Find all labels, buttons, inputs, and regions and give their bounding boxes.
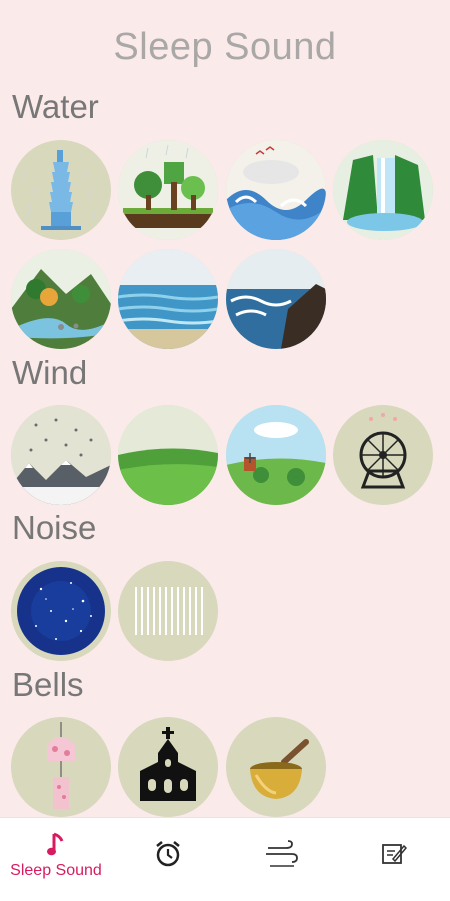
sound-tile-windmill[interactable]	[226, 405, 326, 505]
sound-tile-white-noise[interactable]	[118, 561, 218, 661]
starry-sky-icon	[17, 567, 105, 655]
section-title-noise: Noise	[12, 509, 97, 546]
windmill-icon	[226, 405, 326, 505]
wind-chime-icon	[47, 722, 75, 809]
electric-fan-icon	[359, 413, 407, 489]
grass-field-icon	[118, 405, 218, 505]
waterfall-icon	[333, 140, 433, 240]
nav-tab-notes[interactable]	[338, 818, 450, 901]
nav-tab-breathing[interactable]	[225, 818, 337, 901]
forest-rain-icon	[118, 140, 218, 240]
tower-rain-icon	[22, 150, 97, 230]
breathing-icon	[266, 840, 298, 867]
sound-tile-rocky-shore[interactable]	[226, 249, 326, 349]
note-edit-icon	[382, 844, 407, 864]
sound-tile-snowy-mountain[interactable]	[11, 405, 111, 505]
section-title-water: Water	[12, 88, 99, 125]
section-title-wind: Wind	[12, 354, 88, 391]
river-stream-icon	[11, 249, 111, 349]
section-title-bells: Bells	[12, 666, 84, 703]
rocky-shore-icon	[226, 249, 326, 349]
bottom-navigation: Sleep Sound	[0, 817, 450, 901]
nav-label-sleep-sound: Sleep Sound	[10, 862, 102, 879]
white-noise-icon	[135, 587, 203, 635]
sound-tile-starry-sky[interactable]	[11, 561, 111, 661]
sound-tile-river-stream[interactable]	[11, 249, 111, 349]
nav-tab-alarm[interactable]	[112, 818, 224, 901]
church-bell-icon	[140, 727, 196, 801]
calm-sea-icon	[118, 249, 218, 349]
sound-tile-wind-chime[interactable]	[11, 717, 111, 817]
alarm-clock-icon	[156, 841, 180, 867]
sound-tile-waterfall[interactable]	[333, 140, 433, 240]
sound-tile-calm-sea[interactable]	[118, 249, 218, 349]
nav-tab-sleep-sound[interactable]: Sleep Sound	[0, 818, 112, 901]
page-title: Sleep Sound	[113, 26, 337, 68]
sound-tile-church-bell[interactable]	[118, 717, 218, 817]
sound-tile-singing-bowl[interactable]	[226, 717, 326, 817]
sound-tile-electric-fan[interactable]	[333, 405, 433, 505]
ocean-waves-icon	[226, 140, 326, 240]
sound-tile-ocean-waves[interactable]	[226, 140, 326, 240]
sound-tile-forest-rain[interactable]	[118, 140, 218, 240]
sound-tile-tower-rain[interactable]	[11, 140, 111, 240]
sound-tile-grass-field[interactable]	[118, 405, 218, 505]
snowy-mountain-icon	[11, 405, 111, 505]
music-note-icon	[47, 832, 64, 856]
singing-bowl-icon	[250, 739, 309, 799]
